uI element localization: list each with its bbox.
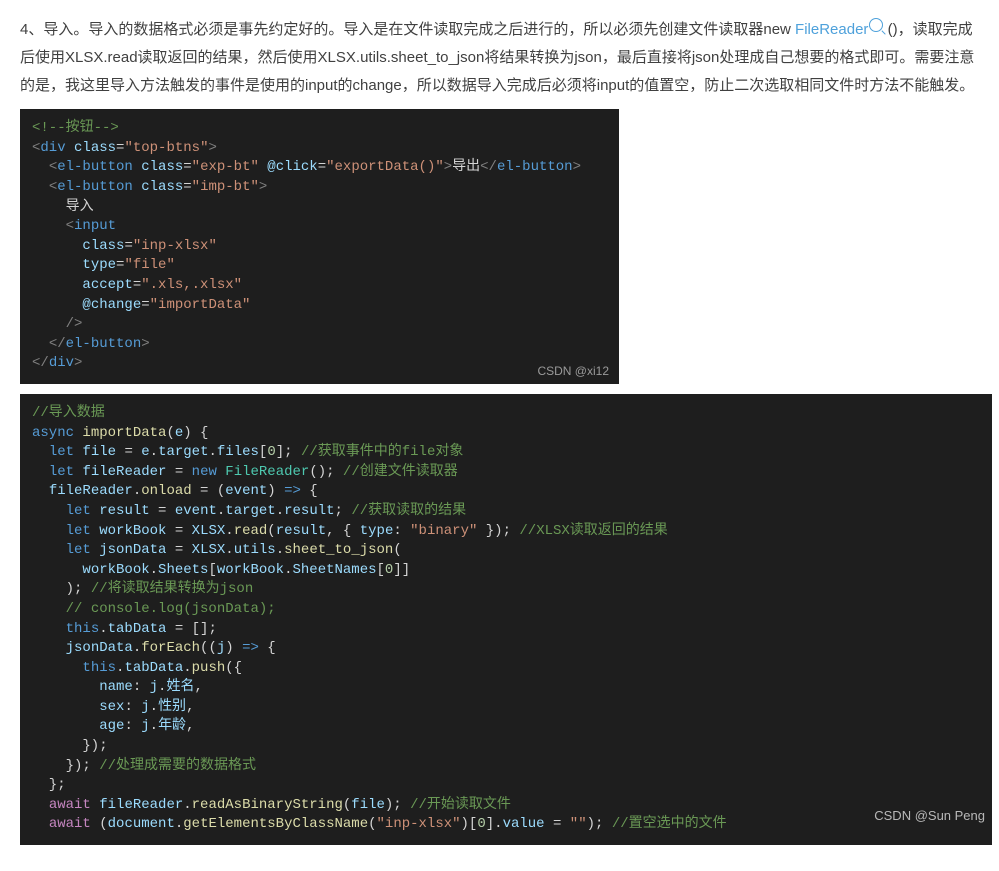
intro-part1: 4、导入。导入的数据格式必须是事先约定好的。导入是在文件读取完成之后进行的，所以…	[20, 21, 795, 38]
filereader-link[interactable]: FileReader	[795, 21, 883, 38]
page-watermark: CSDN @Sun Peng	[874, 808, 985, 823]
code-block-script: //导入数据 async importData(e) { let file = …	[20, 394, 992, 845]
search-icon	[869, 18, 883, 32]
intro-paragraph: 4、导入。导入的数据格式必须是事先约定好的。导入是在文件读取完成之后进行的，所以…	[20, 16, 979, 99]
code-block-template: <!--按钮--> <div class="top-btns"> <el-but…	[20, 109, 619, 384]
code-watermark-1: CSDN @xi12	[537, 363, 609, 380]
